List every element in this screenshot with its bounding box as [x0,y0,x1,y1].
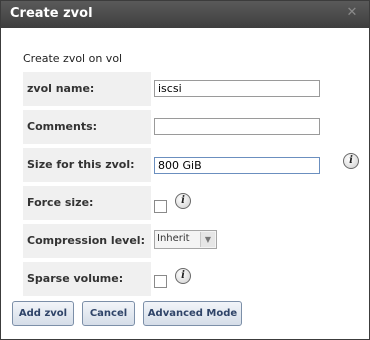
dialog-titlebar: Create zvol ✕ [1,1,369,28]
cancel-button[interactable]: Cancel [82,301,135,326]
comments-label: Comments: [23,110,151,144]
sparse-volume-checkbox[interactable] [154,275,167,288]
zvol-name-label: zvol name: [23,72,151,106]
advanced-mode-button[interactable]: Advanced Mode [143,301,242,326]
form-intro: Create zvol on vol [23,52,123,65]
comments-input[interactable] [154,118,320,135]
chevron-down-icon: ▼ [200,232,215,247]
compression-level-select[interactable]: Inherit ▼ [154,230,217,249]
size-label: Size for this zvol: [23,148,151,182]
create-zvol-dialog: Create zvol ✕ Create zvol on vol zvol na… [0,0,370,340]
size-input[interactable] [154,157,320,174]
info-icon[interactable]: i [175,268,191,284]
info-icon[interactable]: i [175,193,191,209]
compression-level-value: Inherit [157,233,190,244]
dialog-title: Create zvol [10,6,93,21]
zvol-name-input[interactable] [154,80,320,97]
add-zvol-button[interactable]: Add zvol [12,301,74,326]
sparse-volume-label: Sparse volume: [23,262,151,296]
info-icon[interactable]: i [343,153,359,169]
compression-level-label: Compression level: [23,224,151,258]
close-icon[interactable]: ✕ [345,6,359,20]
force-size-checkbox[interactable] [154,200,167,213]
force-size-label: Force size: [23,186,151,220]
